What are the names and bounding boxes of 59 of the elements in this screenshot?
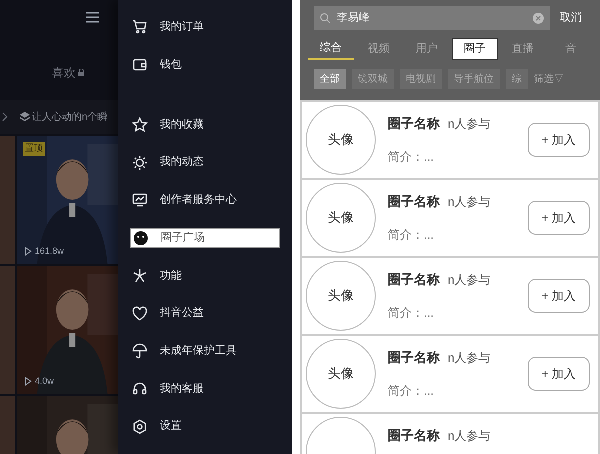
drawer-item[interactable]: 圈子广场 (130, 228, 280, 248)
clear-icon[interactable] (533, 12, 544, 24)
circle-intro: 简介：... (388, 382, 436, 400)
cart-icon (132, 19, 148, 36)
cancel-button[interactable]: 取消 (556, 10, 586, 26)
play-count: 161.8w (35, 244, 64, 258)
circle-name: 圈子名称 (388, 349, 440, 367)
umbrella-icon (132, 343, 148, 360)
search-tab[interactable]: 圈子 (452, 38, 498, 60)
heart-icon (132, 306, 148, 322)
drawer-item[interactable]: 设置 (130, 416, 280, 438)
drawer-item[interactable]: 我的订单 (130, 17, 280, 38)
menu-icon[interactable] (86, 12, 99, 23)
drawer-item[interactable]: 我的收藏 (130, 114, 280, 136)
play-icon (25, 246, 32, 256)
chevron-right-icon (2, 112, 8, 122)
video-thumbnail[interactable] (0, 136, 15, 264)
blob-icon (133, 230, 149, 246)
circle-intro: 简介：... (388, 148, 436, 166)
member-count: n人参与 (448, 194, 491, 211)
join-button[interactable]: + 加入 (528, 279, 590, 313)
join-button[interactable]: + 加入 (528, 201, 590, 235)
drawer-item[interactable]: 我的客服 (130, 378, 280, 400)
play-count: 4.0w (35, 374, 54, 388)
drawer-item[interactable]: 创作者服务中心 (130, 190, 280, 211)
member-count: n人参与 (448, 428, 491, 445)
sun-icon (132, 154, 148, 171)
circle-name: 圈子名称 (388, 115, 440, 133)
join-button[interactable]: + 加入 (528, 123, 590, 157)
circle-name: 圈子名称 (388, 427, 440, 445)
settings-icon (132, 418, 148, 435)
spark-icon (132, 268, 148, 284)
member-count: n人参与 (448, 272, 491, 289)
search-field[interactable]: 李易峰 (314, 6, 550, 30)
likes-tab[interactable]: 喜欢 (52, 64, 76, 82)
video-thumbnail[interactable] (0, 266, 15, 394)
member-count: n人参与 (448, 116, 491, 133)
circle-name: 圈子名称 (388, 193, 440, 211)
star-icon (132, 116, 148, 133)
drawer-item[interactable]: 抖音公益 (130, 303, 280, 324)
circle-intro: 简介：... (388, 226, 436, 244)
wallet-icon (132, 57, 148, 74)
chart-icon (132, 192, 148, 208)
circle-intro: 简介：... (388, 304, 436, 322)
headset-icon (132, 380, 148, 397)
filter-chip[interactable]: 全部 (314, 69, 346, 89)
drawer-item[interactable]: 未成年保护工具 (130, 340, 280, 362)
member-count: n人参与 (448, 350, 491, 367)
drawer-item[interactable]: 我的动态 (130, 152, 280, 173)
lock-icon (78, 69, 85, 77)
search-tab[interactable]: 综合 (308, 38, 354, 60)
layers-icon (20, 112, 30, 122)
search-icon (320, 12, 331, 24)
join-button[interactable]: + 加入 (528, 357, 590, 391)
pinned-badge: 置顶 (23, 142, 45, 156)
circle-name: 圈子名称 (388, 271, 440, 289)
play-icon (25, 376, 32, 386)
drawer-item[interactable]: 功能 (130, 265, 280, 286)
drawer-item[interactable]: 钱包 (130, 54, 280, 76)
